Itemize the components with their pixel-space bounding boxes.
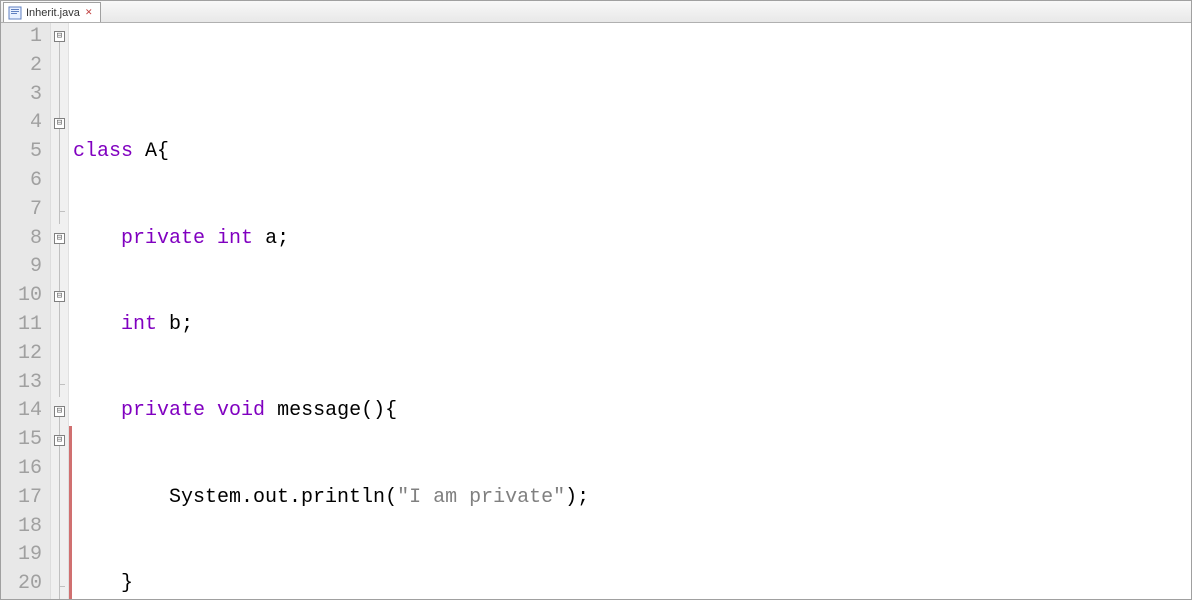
code-line: }: [69, 570, 1191, 599]
line-number: 15: [1, 426, 42, 455]
code-text-area[interactable]: class A{ private int a; int b; private v…: [69, 23, 1191, 599]
fold-column: ⊟ ⊟ ⊟ ⊟ ⊟ ⊟: [51, 23, 69, 599]
line-number: 4: [1, 109, 42, 138]
fold-toggle-icon[interactable]: ⊟: [54, 291, 65, 302]
close-icon[interactable]: ✕: [84, 8, 94, 18]
line-number: 11: [1, 311, 42, 340]
tab-bar: Inherit.java ✕: [1, 1, 1191, 23]
line-number: 18: [1, 513, 42, 542]
tab-filename: Inherit.java: [26, 7, 80, 19]
code-line: class A{: [69, 138, 1191, 167]
line-number: 17: [1, 484, 42, 513]
line-number: 20: [1, 570, 42, 599]
editor-window: Inherit.java ✕ 1234567891011121314151617…: [0, 0, 1192, 600]
line-number: 7: [1, 196, 42, 225]
code-line: int b;: [69, 311, 1191, 340]
fold-toggle-icon[interactable]: ⊟: [54, 31, 65, 42]
fold-guide: [59, 42, 60, 224]
code-line: System.out.println("I am private");: [69, 484, 1191, 513]
line-number: 3: [1, 81, 42, 110]
code-line: private int a;: [69, 225, 1191, 254]
fold-toggle-icon[interactable]: ⊟: [54, 118, 65, 129]
java-file-icon: [8, 6, 22, 20]
line-number: 9: [1, 253, 42, 282]
change-marker: [69, 426, 72, 599]
line-number: 12: [1, 340, 42, 369]
line-number: 1: [1, 23, 42, 52]
fold-toggle-icon[interactable]: ⊟: [54, 406, 65, 417]
line-number: 14: [1, 397, 42, 426]
line-number: 10: [1, 282, 42, 311]
code-area: 1234567891011121314151617181920 ⊟ ⊟ ⊟ ⊟ …: [1, 23, 1191, 599]
line-number-gutter: 1234567891011121314151617181920: [1, 23, 51, 599]
line-number: 2: [1, 52, 42, 81]
fold-guide: [59, 384, 65, 385]
line-number: 13: [1, 369, 42, 398]
line-number: 6: [1, 167, 42, 196]
fold-guide: [59, 244, 60, 397]
line-number: 19: [1, 541, 42, 570]
code-line: private void message(){: [69, 397, 1191, 426]
fold-guide: [59, 586, 65, 587]
line-number: 8: [1, 225, 42, 254]
fold-toggle-icon[interactable]: ⊟: [54, 233, 65, 244]
fold-guide: [59, 211, 65, 212]
fold-toggle-icon[interactable]: ⊟: [54, 435, 65, 446]
line-number: 16: [1, 455, 42, 484]
file-tab[interactable]: Inherit.java ✕: [3, 2, 101, 22]
line-number: 5: [1, 138, 42, 167]
